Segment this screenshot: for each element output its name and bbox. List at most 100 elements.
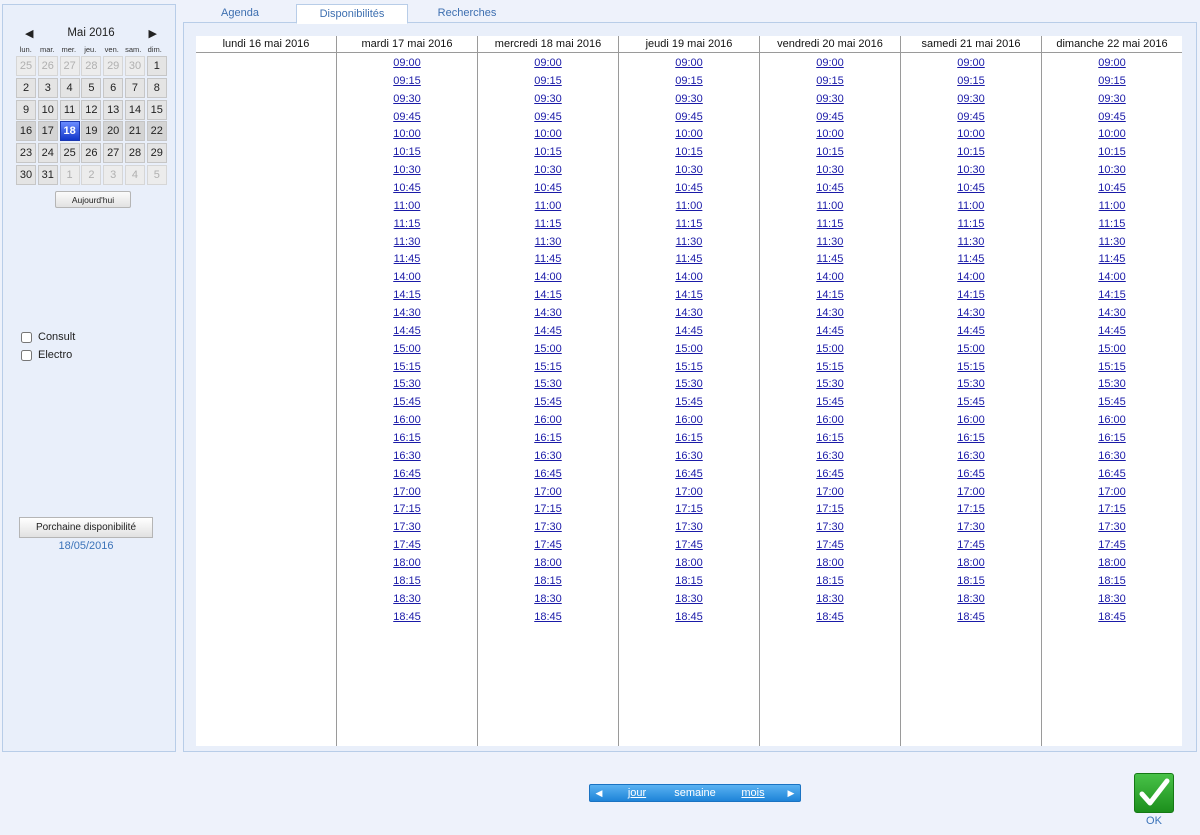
time-slot-link[interactable]: 15:15 (1042, 359, 1182, 377)
time-slot-link[interactable]: 14:30 (901, 305, 1041, 323)
time-slot-link[interactable]: 14:45 (619, 323, 759, 341)
view-week-button[interactable]: semaine (666, 787, 724, 799)
nav-next-arrow-icon[interactable]: ▶ (782, 788, 800, 799)
calendar-day[interactable]: 6 (103, 77, 124, 98)
view-month-button[interactable]: mois (724, 787, 782, 799)
time-slot-link[interactable]: 11:45 (619, 251, 759, 269)
time-slot-link[interactable]: 10:45 (760, 180, 900, 198)
time-slot-link[interactable]: 17:30 (619, 519, 759, 537)
time-slot-link[interactable]: 11:00 (1042, 198, 1182, 216)
calendar-day[interactable]: 12 (81, 99, 102, 120)
time-slot-link[interactable]: 16:15 (478, 430, 618, 448)
time-slot-link[interactable]: 15:15 (478, 359, 618, 377)
calendar-day[interactable]: 2 (16, 77, 36, 98)
time-slot-link[interactable]: 18:15 (901, 573, 1041, 591)
filter-consult[interactable]: Consult (21, 331, 75, 343)
calendar-day[interactable]: 26 (81, 143, 102, 164)
time-slot-link[interactable]: 18:30 (619, 591, 759, 609)
time-slot-link[interactable]: 18:15 (478, 573, 618, 591)
time-slot-link[interactable]: 14:00 (901, 269, 1041, 287)
time-slot-link[interactable]: 16:45 (901, 466, 1041, 484)
time-slot-link[interactable]: 11:30 (478, 234, 618, 252)
time-slot-link[interactable]: 16:00 (1042, 412, 1182, 430)
time-slot-link[interactable]: 15:45 (337, 394, 477, 412)
time-slot-link[interactable]: 09:45 (478, 109, 618, 127)
time-slot-link[interactable]: 14:00 (1042, 269, 1182, 287)
time-slot-link[interactable]: 09:15 (619, 73, 759, 91)
time-slot-link[interactable]: 10:15 (619, 144, 759, 162)
time-slot-link[interactable]: 16:45 (337, 466, 477, 484)
time-slot-link[interactable]: 09:30 (619, 91, 759, 109)
time-slot-link[interactable]: 18:15 (1042, 573, 1182, 591)
consult-checkbox[interactable] (21, 331, 32, 343)
time-slot-link[interactable]: 17:15 (478, 501, 618, 519)
time-slot-link[interactable]: 18:00 (619, 555, 759, 573)
time-slot-link[interactable]: 15:00 (619, 341, 759, 359)
time-slot-link[interactable]: 09:15 (478, 73, 618, 91)
time-slot-link[interactable]: 10:15 (760, 144, 900, 162)
time-slot-link[interactable]: 18:30 (478, 591, 618, 609)
time-slot-link[interactable]: 11:30 (619, 234, 759, 252)
time-slot-link[interactable]: 10:30 (1042, 162, 1182, 180)
calendar-day[interactable]: 28 (81, 56, 102, 76)
time-slot-link[interactable]: 14:30 (337, 305, 477, 323)
time-slot-link[interactable]: 09:45 (619, 109, 759, 127)
time-slot-link[interactable]: 09:15 (337, 73, 477, 91)
time-slot-link[interactable]: 15:45 (760, 394, 900, 412)
time-slot-link[interactable]: 17:00 (901, 484, 1041, 502)
time-slot-link[interactable]: 10:15 (337, 144, 477, 162)
time-slot-link[interactable]: 18:30 (337, 591, 477, 609)
time-slot-link[interactable]: 14:00 (619, 269, 759, 287)
time-slot-link[interactable]: 09:30 (901, 91, 1041, 109)
time-slot-link[interactable]: 10:15 (478, 144, 618, 162)
time-slot-link[interactable]: 17:15 (619, 501, 759, 519)
time-slot-link[interactable]: 16:00 (478, 412, 618, 430)
time-slot-link[interactable]: 17:45 (619, 537, 759, 555)
time-slot-link[interactable]: 10:30 (760, 162, 900, 180)
time-slot-link[interactable]: 14:30 (619, 305, 759, 323)
time-slot-link[interactable]: 16:15 (619, 430, 759, 448)
time-slot-link[interactable]: 10:00 (760, 126, 900, 144)
time-slot-link[interactable]: 11:15 (478, 216, 618, 234)
time-slot-link[interactable]: 15:15 (619, 359, 759, 377)
time-slot-link[interactable]: 11:45 (760, 251, 900, 269)
time-slot-link[interactable]: 16:15 (760, 430, 900, 448)
calendar-day[interactable]: 26 (37, 56, 58, 76)
time-slot-link[interactable]: 16:00 (337, 412, 477, 430)
next-availability-button[interactable]: Porchaine disponibilité (19, 517, 153, 538)
time-slot-link[interactable]: 11:45 (901, 251, 1041, 269)
calendar-day[interactable]: 30 (16, 164, 36, 185)
time-slot-link[interactable]: 17:45 (337, 537, 477, 555)
time-slot-link[interactable]: 10:45 (478, 180, 618, 198)
time-slot-link[interactable]: 14:00 (478, 269, 618, 287)
time-slot-link[interactable]: 14:45 (1042, 323, 1182, 341)
tab-recherches[interactable]: Recherches (426, 4, 508, 23)
time-slot-link[interactable]: 14:45 (901, 323, 1041, 341)
time-slot-link[interactable]: 15:45 (1042, 394, 1182, 412)
time-slot-link[interactable]: 10:30 (619, 162, 759, 180)
time-slot-link[interactable]: 15:30 (1042, 376, 1182, 394)
time-slot-link[interactable]: 11:45 (337, 251, 477, 269)
time-slot-link[interactable]: 09:45 (901, 109, 1041, 127)
calendar-day[interactable]: 23 (16, 143, 36, 164)
time-slot-link[interactable]: 17:30 (760, 519, 900, 537)
time-slot-link[interactable]: 14:15 (901, 287, 1041, 305)
calendar-day[interactable]: 11 (59, 99, 80, 120)
time-slot-link[interactable]: 09:00 (760, 55, 900, 73)
time-slot-link[interactable]: 18:00 (901, 555, 1041, 573)
time-slot-link[interactable]: 14:30 (760, 305, 900, 323)
view-day-button[interactable]: jour (608, 787, 666, 799)
time-slot-link[interactable]: 18:00 (760, 555, 900, 573)
time-slot-link[interactable]: 11:00 (619, 198, 759, 216)
calendar-day-selected[interactable]: 18 (59, 121, 80, 142)
calendar-day[interactable]: 19 (81, 121, 102, 142)
calendar-day[interactable]: 29 (103, 56, 124, 76)
time-slot-link[interactable]: 15:45 (901, 394, 1041, 412)
time-slot-link[interactable]: 11:15 (1042, 216, 1182, 234)
time-slot-link[interactable]: 14:15 (760, 287, 900, 305)
time-slot-link[interactable]: 16:30 (337, 448, 477, 466)
calendar-day[interactable]: 9 (16, 99, 36, 120)
time-slot-link[interactable]: 18:15 (337, 573, 477, 591)
calendar-day[interactable]: 21 (124, 121, 145, 142)
time-slot-link[interactable]: 10:45 (337, 180, 477, 198)
